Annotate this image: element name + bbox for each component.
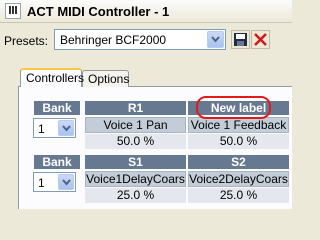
control-name[interactable]: Voice1DelayCoars (85, 171, 186, 187)
control-title-s2[interactable]: S2 (188, 155, 289, 169)
chevron-down-icon[interactable] (58, 174, 74, 190)
control-value[interactable]: 25.0 % (188, 188, 289, 203)
window-title: ACT MIDI Controller - 1 (27, 4, 170, 19)
save-preset-button[interactable] (231, 30, 250, 49)
highlight-annotation (196, 96, 271, 119)
control-value[interactable]: 50.0 % (188, 134, 289, 149)
chevron-down-icon[interactable] (58, 120, 74, 136)
control-name[interactable]: Voice 1 Pan (85, 117, 186, 133)
presets-dropdown[interactable]: Behringer BCF2000 (54, 29, 226, 50)
control-title-s1[interactable]: S1 (85, 155, 186, 169)
bank-select-2[interactable]: 1 (33, 172, 76, 192)
delete-preset-button[interactable] (251, 30, 270, 49)
bank-select-value: 1 (38, 122, 45, 136)
presets-label: Presets: (4, 34, 49, 48)
bank-select-1[interactable]: 1 (33, 118, 76, 138)
chevron-down-icon[interactable] (207, 31, 224, 48)
title-bar[interactable]: ACT MIDI Controller - 1 (0, 0, 292, 23)
tab-options[interactable]: Options (82, 70, 129, 87)
control-name[interactable]: Voice 1 Feedback (188, 117, 289, 133)
control-value[interactable]: 50.0 % (85, 134, 186, 149)
tab-controllers[interactable]: Controllers (20, 68, 84, 87)
bank-select-value: 1 (38, 176, 45, 190)
bank-label: Bank (34, 101, 80, 115)
control-value[interactable]: 25.0 % (85, 188, 186, 203)
bank-label: Bank (34, 155, 80, 169)
midi-keyboard-icon (5, 3, 21, 19)
presets-selected-value: Behringer BCF2000 (60, 33, 167, 47)
control-title-r1[interactable]: R1 (85, 101, 186, 115)
control-name[interactable]: Voice2DelayCoars (188, 171, 289, 187)
